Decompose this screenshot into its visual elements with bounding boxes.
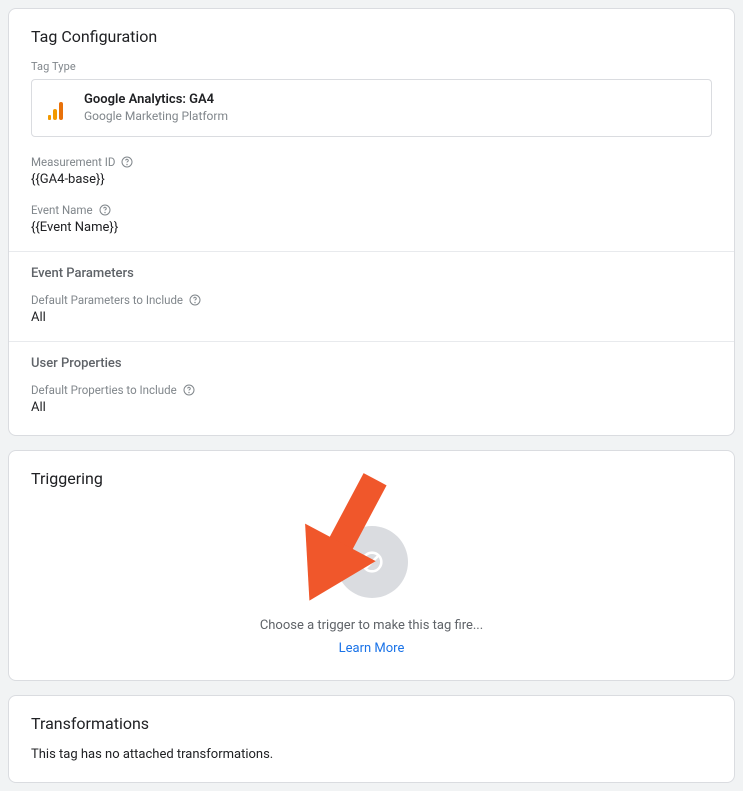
measurement-id-label: Measurement ID [31, 155, 115, 169]
tag-type-platform: Google Marketing Platform [84, 109, 228, 125]
tag-type-label: Tag Type [31, 60, 712, 73]
divider [9, 341, 734, 342]
default-properties-field: Default Properties to Include All [31, 383, 712, 415]
default-parameters-value: All [31, 310, 712, 325]
trigger-empty-text: Choose a trigger to make this tag fire..… [260, 618, 483, 633]
default-parameters-label: Default Parameters to Include [31, 293, 183, 307]
help-icon[interactable] [189, 294, 201, 306]
event-name-field: Event Name {{Event Name}} [31, 203, 712, 235]
default-properties-value: All [31, 400, 712, 415]
transformations-title: Transformations [31, 714, 712, 733]
tag-configuration-title: Tag Configuration [31, 27, 712, 46]
ga4-icon [46, 96, 70, 120]
divider [9, 251, 734, 252]
triggering-title: Triggering [31, 469, 712, 488]
default-parameters-field: Default Parameters to Include All [31, 293, 712, 325]
measurement-id-field: Measurement ID {{GA4-base}} [31, 155, 712, 187]
tag-configuration-card: Tag Configuration Tag Type Google Analyt… [8, 8, 735, 436]
add-trigger-button[interactable] [336, 526, 408, 598]
default-properties-label: Default Properties to Include [31, 383, 177, 397]
learn-more-link[interactable]: Learn More [339, 641, 405, 656]
transformations-card: Transformations This tag has no attached… [8, 695, 735, 783]
event-parameters-title: Event Parameters [31, 266, 712, 281]
tag-type-name: Google Analytics: GA4 [84, 92, 228, 109]
tag-type-selector[interactable]: Google Analytics: GA4 Google Marketing P… [31, 79, 712, 137]
event-name-label: Event Name [31, 203, 93, 217]
user-properties-title: User Properties [31, 356, 712, 371]
measurement-id-value: {{GA4-base}} [31, 172, 712, 187]
transformations-empty-text: This tag has no attached transformations… [31, 747, 712, 762]
help-icon[interactable] [121, 156, 133, 168]
triggering-card: Triggering Choose a trigger to make this… [8, 450, 735, 681]
help-icon[interactable] [183, 384, 195, 396]
event-name-value: {{Event Name}} [31, 220, 712, 235]
help-icon[interactable] [99, 204, 111, 216]
trigger-empty-icon [358, 548, 386, 576]
